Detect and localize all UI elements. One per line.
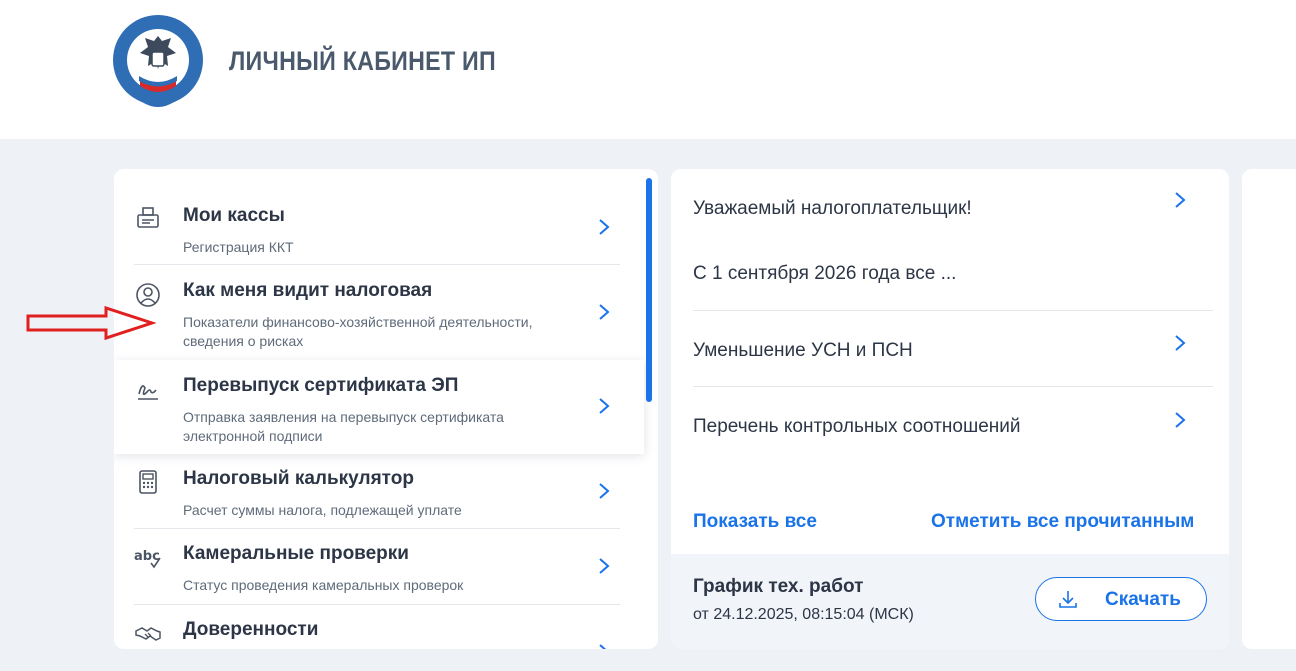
red-arrow-annotation-icon (26, 306, 156, 341)
abc-check-icon: abc (134, 549, 161, 569)
side-card (1242, 169, 1296, 649)
news-divider (693, 386, 1213, 387)
maintenance-schedule: График тех. работ от 24.12.2025, 08:15:0… (671, 554, 1229, 649)
download-button-label: Скачать (1105, 589, 1181, 610)
menu-item-tax-calculator[interactable]: Налоговый калькулятор Расчет суммы налог… (114, 454, 658, 528)
mark-all-read-link[interactable]: Отметить все прочитанным (931, 511, 1194, 533)
page-title: ЛИЧНЫЙ КАБИНЕТ ИП (229, 46, 496, 76)
menu-item-title: Камеральные проверки (183, 543, 409, 564)
news-item-preview[interactable]: С 1 сентября 2026 года все ... (693, 263, 956, 285)
schedule-title: График тех. работ (693, 576, 864, 597)
menu-item-reissue-certificate[interactable]: Перевыпуск сертификата ЭП Отправка заявл… (114, 360, 658, 454)
menu-item-title: Налоговый калькулятор (183, 468, 414, 489)
menu-item-title: Мои кассы (183, 205, 285, 226)
chevron-right-icon (599, 483, 610, 499)
menu-item-title: Доверенности (183, 619, 319, 640)
menu-item-how-tax-sees-me[interactable]: Как меня видит налоговая Показатели фина… (114, 265, 658, 360)
news-divider (693, 310, 1213, 311)
chevron-right-icon (599, 644, 607, 649)
chevron-right-icon (599, 304, 610, 320)
header: ЛИЧНЫЙ КАБИНЕТ ИП (0, 0, 1296, 139)
menu-item-subtitle: Статус проведения камеральных проверок (183, 577, 464, 593)
menu-item-desk-audits[interactable]: abc Камеральные проверки Статус проведен… (114, 529, 658, 604)
menu-item-my-cash-registers[interactable]: Мои кассы Регистрация ККТ (114, 169, 658, 264)
calculator-icon (139, 470, 157, 494)
menu-item-subtitle: Отправка заявления на перевыпуск сертифи… (183, 409, 504, 444)
news-item-title[interactable]: Перечень контрольных соотношений (693, 416, 1021, 438)
menu-item-subtitle: Показатели финансово-хозяйственной деяте… (183, 314, 533, 349)
download-button[interactable]: Скачать (1035, 577, 1207, 621)
news-item-title[interactable]: Уменьшение УСН и ПСН (693, 340, 913, 362)
signature-icon (138, 385, 158, 400)
schedule-date: от 24.12.2025, 08:15:04 (МСК) (693, 606, 914, 623)
svg-text:abc: abc (134, 549, 160, 564)
cash-register-icon (137, 207, 159, 228)
menu-item-powers-of-attorney[interactable]: Доверенности (114, 605, 658, 649)
fns-emblem-logo[interactable] (112, 14, 204, 112)
menu-item-subtitle: Регистрация ККТ (183, 239, 294, 255)
chevron-right-icon[interactable] (1173, 334, 1187, 352)
menu-item-title: Перевыпуск сертификата ЭП (183, 375, 459, 396)
show-all-link[interactable]: Показать все (693, 511, 817, 533)
user-circle-icon (136, 283, 160, 307)
chevron-right-icon[interactable] (1173, 411, 1187, 429)
news-item-title[interactable]: Уважаемый налогоплательщик! (693, 198, 972, 220)
handshake-icon (135, 627, 161, 641)
menu-item-subtitle: Расчет суммы налога, подлежащей уплате (183, 502, 462, 518)
chevron-right-icon (599, 558, 610, 574)
download-icon (1059, 591, 1077, 608)
chevron-right-icon (599, 219, 610, 235)
services-menu-card: Мои кассы Регистрация ККТ Как меня видит… (114, 169, 658, 649)
chevron-right-icon (599, 398, 610, 414)
chevron-right-icon[interactable] (1173, 191, 1187, 209)
menu-item-title: Как меня видит налоговая (183, 280, 433, 301)
menu-scrollbar[interactable] (646, 178, 652, 402)
news-card: Уважаемый налогоплательщик! С 1 сентября… (671, 169, 1229, 649)
